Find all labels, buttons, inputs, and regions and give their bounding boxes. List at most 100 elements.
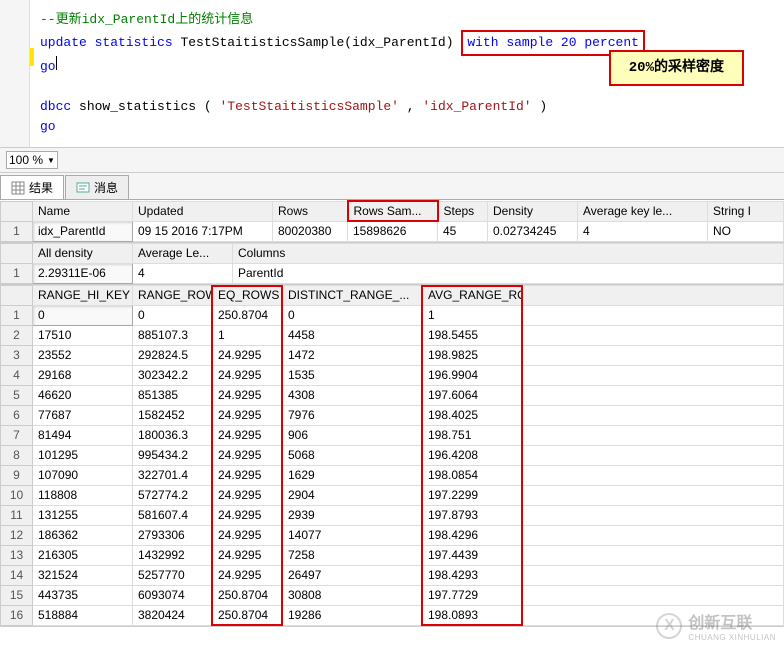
cell[interactable]: 77687 [33,405,133,425]
cell[interactable]: 196.4208 [423,445,523,465]
cell[interactable]: 30808 [283,585,423,605]
cell[interactable]: 1472 [283,345,423,365]
tab-messages[interactable]: 消息 [65,175,129,199]
col-string-index[interactable]: String I [708,201,784,221]
cell[interactable]: 107090 [33,465,133,485]
cell[interactable]: 995434.2 [133,445,213,465]
cell[interactable]: 302342.2 [133,365,213,385]
row-num[interactable]: 4 [1,365,33,385]
col-range-hi-key[interactable]: RANGE_HI_KEY [33,285,133,305]
table-row[interactable]: 1 2.29311E-06 4 ParentId [1,263,784,283]
col-distinct-range[interactable]: DISTINCT_RANGE_... [283,285,423,305]
cell[interactable]: 1535 [283,365,423,385]
cell[interactable]: 0 [133,305,213,325]
cell[interactable]: 17510 [33,325,133,345]
row-num[interactable]: 12 [1,525,33,545]
table-row[interactable]: 9107090322701.424.92951629198.0854 [1,465,784,485]
table-row[interactable]: 217510885107.314458198.5455 [1,325,784,345]
col-all-density[interactable]: All density [33,243,133,263]
cell[interactable]: 5257770 [133,565,213,585]
cell[interactable]: 24.9295 [213,505,283,525]
cell[interactable]: 24.9295 [213,485,283,505]
table-row[interactable]: 14321524525777024.929526497198.4293 [1,565,784,585]
cell[interactable]: 186362 [33,525,133,545]
cell[interactable]: 2904 [283,485,423,505]
col-steps[interactable]: Steps [438,201,488,221]
cell[interactable]: 14077 [283,525,423,545]
cell[interactable]: 2.29311E-06 [33,263,133,283]
cell[interactable]: 198.751 [423,425,523,445]
cell[interactable]: 0 [33,305,133,325]
col-rows[interactable]: Rows [273,201,348,221]
row-num[interactable]: 7 [1,425,33,445]
cell[interactable]: 1629 [283,465,423,485]
cell[interactable]: 292824.5 [133,345,213,365]
cell[interactable]: 45 [438,221,488,241]
cell[interactable]: 7258 [283,545,423,565]
table-row[interactable]: 1 idx_ParentId 09 15 2016 7:17PM 8002038… [1,221,784,241]
cell[interactable]: 101295 [33,445,133,465]
cell[interactable]: 198.0854 [423,465,523,485]
cell[interactable]: 24.9295 [213,565,283,585]
cell[interactable]: 2939 [283,505,423,525]
cell[interactable]: 198.4296 [423,525,523,545]
table-row[interactable]: 11131255581607.424.92952939197.8793 [1,505,784,525]
row-num[interactable]: 11 [1,505,33,525]
cell[interactable]: 3820424 [133,605,213,625]
table-row[interactable]: 10118808572774.224.92952904197.2299 [1,485,784,505]
sql-editor[interactable]: --更新idx_ParentId上的统计信息 update statistics… [0,0,784,148]
col-columns[interactable]: Columns [233,243,784,263]
table-row[interactable]: 12186362279330624.929514077198.4296 [1,525,784,545]
cell[interactable]: 572774.2 [133,485,213,505]
table-row[interactable]: 154437356093074250.870430808197.7729 [1,585,784,605]
col-avg-len[interactable]: Average Le... [133,243,233,263]
cell[interactable]: 198.0893 [423,605,523,625]
cell[interactable]: 24.9295 [213,445,283,465]
cell[interactable]: 24.9295 [213,405,283,425]
cell[interactable]: 198.9825 [423,345,523,365]
table-row[interactable]: 54662085138524.92954308197.6064 [1,385,784,405]
cell[interactable]: NO [708,221,784,241]
cell[interactable]: 4308 [283,385,423,405]
cell[interactable]: 24.9295 [213,385,283,405]
table-row[interactable]: 429168302342.224.92951535196.9904 [1,365,784,385]
col-eq-rows[interactable]: EQ_ROWS [213,285,283,305]
cell[interactable]: 24.9295 [213,545,283,565]
cell[interactable]: 15898626 [348,221,438,241]
cell[interactable]: 250.8704 [213,605,283,625]
cell[interactable]: 6093074 [133,585,213,605]
cell[interactable]: 180036.3 [133,425,213,445]
zoom-dropdown[interactable]: 100 % ▼ [6,151,58,169]
col-avg-keylen[interactable]: Average key le... [578,201,708,221]
cell[interactable]: 19286 [283,605,423,625]
cell[interactable]: 118808 [33,485,133,505]
row-num[interactable]: 6 [1,405,33,425]
cell[interactable]: 2793306 [133,525,213,545]
cell[interactable]: 81494 [33,425,133,445]
cell[interactable]: 250.8704 [213,305,283,325]
table-row[interactable]: 13216305143299224.92957258197.4439 [1,545,784,565]
cell[interactable]: 197.6064 [423,385,523,405]
cell[interactable]: 131255 [33,505,133,525]
cell[interactable]: 4 [578,221,708,241]
cell[interactable]: 197.4439 [423,545,523,565]
table-row[interactable]: 100250.870401 [1,305,784,325]
col-range-rows[interactable]: RANGE_ROWS [133,285,213,305]
cell[interactable]: 24.9295 [213,465,283,485]
cell[interactable]: 216305 [33,545,133,565]
cell[interactable]: 24.9295 [213,425,283,445]
tab-results[interactable]: 结果 [0,175,64,199]
cell[interactable]: 1582452 [133,405,213,425]
col-name[interactable]: Name [33,201,133,221]
row-num[interactable]: 13 [1,545,33,565]
cell[interactable]: 09 15 2016 7:17PM [133,221,273,241]
row-num[interactable]: 1 [1,263,33,283]
col-avg-range-rows[interactable]: AVG_RANGE_ROWS [423,285,523,305]
table-row[interactable]: 323552292824.524.92951472198.9825 [1,345,784,365]
row-num[interactable]: 8 [1,445,33,465]
cell[interactable]: 198.4025 [423,405,523,425]
table-row[interactable]: 677687158245224.92957976198.4025 [1,405,784,425]
col-rows-sampled[interactable]: Rows Sam... [348,201,438,221]
cell[interactable]: 322701.4 [133,465,213,485]
cell[interactable]: 250.8704 [213,585,283,605]
